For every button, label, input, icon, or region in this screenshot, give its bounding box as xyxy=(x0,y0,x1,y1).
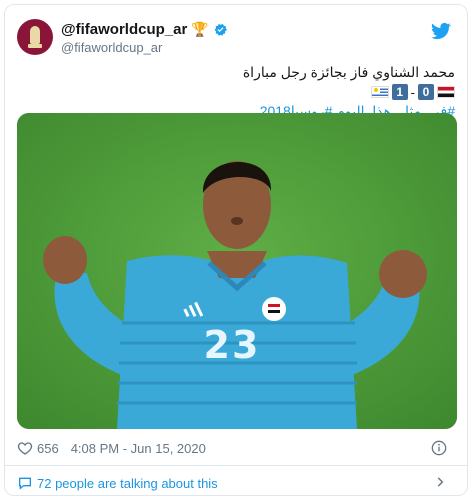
tweet-media-photo[interactable]: 23 xyxy=(17,113,457,429)
timestamp[interactable]: 4:08 PM - Jun 15, 2020 xyxy=(71,441,206,456)
score-away: 1 xyxy=(391,84,408,100)
trophy-icon: 🏆 xyxy=(191,21,209,37)
tweet-header: @fifaworldcup_ar 🏆 @fifaworldcup_ar xyxy=(17,15,455,59)
conversation-link[interactable]: 72 people are talking about this xyxy=(17,471,455,495)
world-cup-logo-base xyxy=(28,44,42,48)
twitter-bird-icon[interactable] xyxy=(431,21,451,41)
avatar[interactable] xyxy=(17,19,53,55)
footer-divider xyxy=(5,465,467,466)
player-photo xyxy=(17,113,457,429)
egypt-flag-icon xyxy=(437,86,455,98)
score-home: 0 xyxy=(418,84,434,100)
handle: @fifaworldcup_ar xyxy=(61,40,163,55)
talking-text: 72 people are talking about this xyxy=(37,475,218,491)
egypt-crest-icon xyxy=(262,297,286,321)
tweet-meta: 656 4:08 PM - Jun 15, 2020 xyxy=(17,435,455,461)
display-name-row: @fifaworldcup_ar 🏆 xyxy=(61,20,228,38)
display-name[interactable]: @fifaworldcup_ar xyxy=(61,21,187,38)
uruguay-flag-icon xyxy=(370,86,389,98)
score-separator: - xyxy=(410,84,415,100)
info-icon[interactable] xyxy=(431,440,447,456)
score-line: 1 - 0 xyxy=(17,82,455,102)
like-count[interactable]: 656 xyxy=(37,441,59,456)
verified-icon xyxy=(214,23,227,36)
chevron-right-icon xyxy=(437,477,444,487)
tweet-card[interactable]: @fifaworldcup_ar 🏆 @fifaworldcup_ar محمد… xyxy=(4,4,468,496)
heart-icon[interactable] xyxy=(17,440,33,456)
world-cup-logo-icon xyxy=(30,26,40,44)
jersey-number: 23 xyxy=(203,323,261,367)
account-names[interactable]: @fifaworldcup_ar 🏆 @fifaworldcup_ar xyxy=(61,20,228,55)
speech-bubble-icon xyxy=(19,477,31,490)
tweet-text-line: محمد الشناوي فاز بجائزة رجل مباراة xyxy=(242,64,455,80)
